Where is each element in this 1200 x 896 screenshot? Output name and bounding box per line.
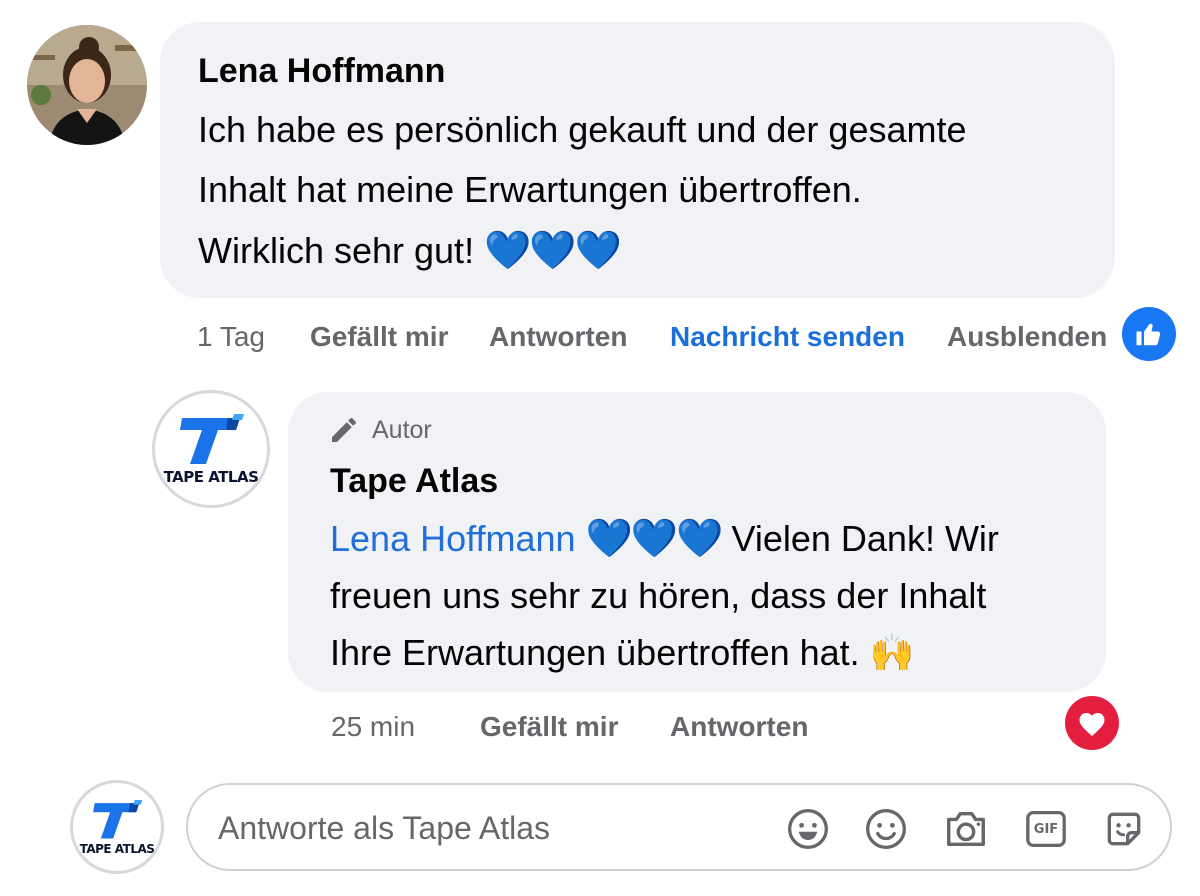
blue-hearts-icon: 💙💙💙 (585, 516, 724, 560)
brand-logo-text: TAPE ATLAS (79, 841, 155, 856)
camera-icon[interactable] (942, 805, 990, 853)
tape-atlas-logo-icon (93, 799, 143, 838)
reply-line-1-text: Vielen Dank! Wir (721, 518, 999, 559)
reply-button[interactable]: Antworten (489, 321, 627, 353)
reply-line-2: freuen uns sehr zu hören, dass der Inhal… (330, 575, 987, 616)
reply-like-button[interactable]: Gefällt mir (480, 711, 618, 743)
sticker-icon[interactable] (1100, 805, 1148, 853)
reply-timestamp[interactable]: 25 min (331, 711, 415, 743)
avatar-tape-atlas[interactable]: TAPE ATLAS (152, 390, 270, 508)
author-badge-label: Autor (372, 415, 432, 444)
reply-reply-button[interactable]: Antworten (670, 711, 808, 743)
comment-author-name[interactable]: Lena Hoffmann (198, 52, 445, 91)
reply-author-name[interactable]: Tape Atlas (330, 462, 498, 501)
reply-text: Lena Hoffmann 💙💙💙 Vielen Dank! Wir freue… (330, 510, 999, 682)
comment-line-1: Ich habe es persönlich gekauft und der g… (198, 109, 967, 150)
reply-line-1: Lena Hoffmann 💙💙💙 Vielen Dank! Wir (330, 510, 999, 567)
comment-line-3: Wirklich sehr gut! 💙💙💙 (198, 220, 967, 281)
composer-avatar-tape-atlas: TAPE ATLAS (70, 780, 164, 874)
comment-bubble: Lena Hoffmann Ich habe es persönlich gek… (160, 22, 1115, 298)
reply-line-3: Ihre Erwartungen übertroffen hat. 🙌 (330, 624, 999, 682)
reply-input[interactable] (216, 803, 760, 853)
thumbs-up-icon (1136, 323, 1161, 346)
emoji-icon[interactable] (862, 805, 910, 853)
comment-line-3-text: Wirklich sehr gut! (198, 230, 475, 271)
hide-button[interactable]: Ausblenden (947, 321, 1107, 353)
avatar-lena-hoffmann[interactable] (27, 25, 147, 145)
profile-photo-icon (27, 25, 147, 145)
reply-composer: GIF (186, 783, 1172, 871)
pencil-icon (332, 418, 356, 442)
mention-link[interactable]: Lena Hoffmann (330, 518, 576, 559)
gif-icon[interactable]: GIF (1022, 805, 1070, 853)
love-reaction-badge[interactable] (1065, 696, 1119, 750)
comment-timestamp[interactable]: 1 Tag (197, 321, 265, 353)
send-message-button[interactable]: Nachricht senden (670, 321, 905, 353)
author-badge: Autor (328, 414, 432, 446)
gif-label: GIF (1033, 821, 1059, 837)
like-button[interactable]: Gefällt mir (310, 321, 448, 353)
reply-line-3-text: Ihre Erwartungen übertroffen hat. (330, 632, 860, 673)
brand-logo-text: TAPE ATLAS (163, 467, 259, 486)
sticker-smile-icon[interactable] (784, 805, 832, 853)
blue-hearts-icon: 💙💙💙 (484, 228, 622, 272)
heart-icon (1079, 713, 1105, 736)
tape-atlas-logo-icon (180, 413, 244, 464)
comment-line-2: Inhalt hat meine Erwartungen übertroffen… (198, 169, 862, 210)
comment-text: Ich habe es persönlich gekauft und der g… (198, 100, 967, 281)
like-reaction-badge[interactable] (1122, 307, 1176, 361)
raised-hands-icon: 🙌 (869, 633, 915, 674)
